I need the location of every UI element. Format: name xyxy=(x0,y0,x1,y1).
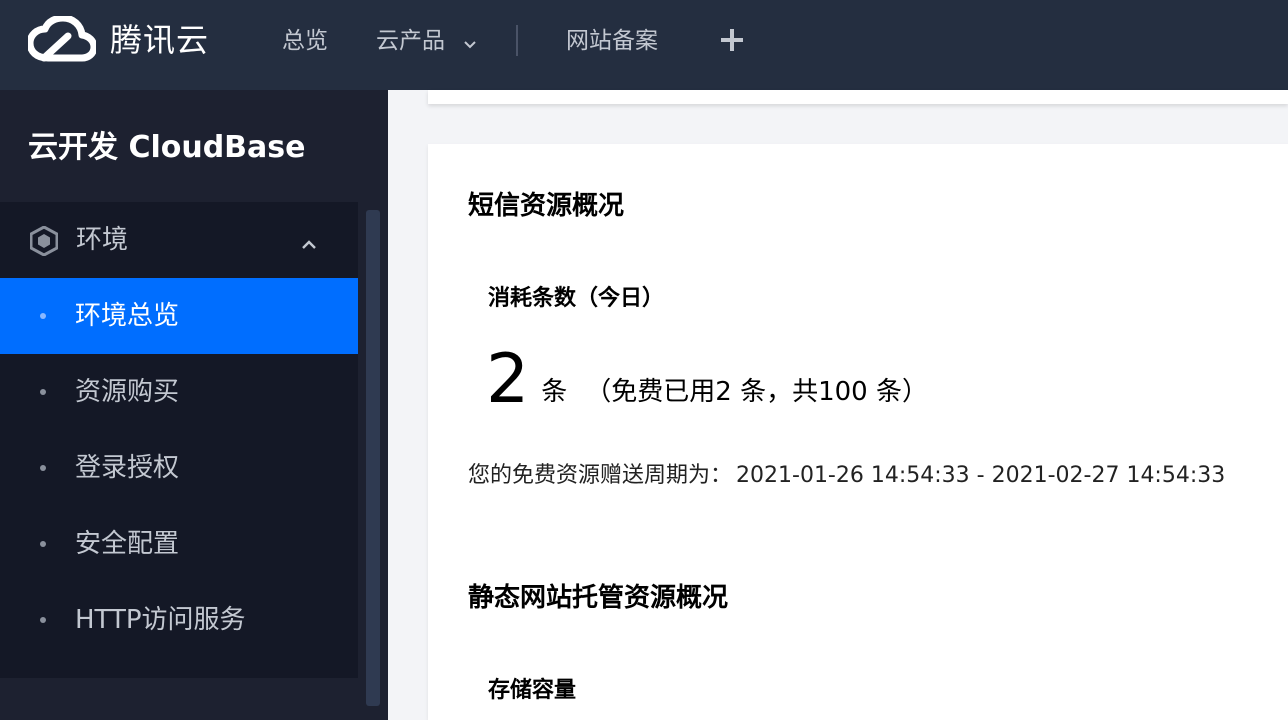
nav-products-label: 云产品 xyxy=(376,28,445,54)
sms-quota-note: （免费已用2 条，共100 条） xyxy=(585,377,928,407)
sidebar-item-login-auth[interactable]: 登录授权 xyxy=(0,430,358,506)
chevron-down-icon xyxy=(464,25,477,59)
plus-icon[interactable] xyxy=(720,28,744,52)
chevron-up-icon[interactable] xyxy=(302,234,316,253)
bullet-dot xyxy=(40,465,46,471)
bullet-dot xyxy=(40,389,46,395)
storage-metric-label: 存储容量 xyxy=(488,678,577,703)
previous-card-bottom xyxy=(428,90,1288,104)
sms-consumed-unit: 条 xyxy=(541,377,568,407)
nav-website-filing[interactable]: 网站备案 xyxy=(566,24,658,58)
sidebar-item-label: 资源购买 xyxy=(75,377,180,407)
tencent-cloud-logo-icon xyxy=(28,16,96,64)
menu-group-label: 环境 xyxy=(76,225,129,255)
bullet-dot xyxy=(40,541,46,547)
free-period-label: 您的免费资源赠送周期为： xyxy=(468,463,733,488)
sidebar-item-http-service[interactable]: HTTP访问服务 xyxy=(0,582,358,658)
sidebar-item-label: 环境总览 xyxy=(75,301,180,331)
nav-overview[interactable]: 总览 xyxy=(282,24,328,58)
sms-consumed-value: 2 xyxy=(486,340,530,419)
sidebar-item-resource-purchase[interactable]: 资源购买 xyxy=(0,354,358,430)
sidebar-item-security-config[interactable]: 安全配置 xyxy=(0,506,358,582)
bullet-dot xyxy=(40,313,46,319)
sms-section-title: 短信资源概况 xyxy=(468,191,625,221)
nav-divider xyxy=(516,25,518,56)
hexagon-icon xyxy=(29,225,59,260)
free-period: 您的免费资源赠送周期为： 2021-01-26 14:54:33 - 2021-0… xyxy=(468,460,1225,492)
sidebar-item-label: 安全配置 xyxy=(75,529,180,559)
sidebar: 云开发 CloudBase 环境 环境总览 资源购买 登录授权 安全配置 HTT… xyxy=(0,90,388,720)
nav-products[interactable]: 云产品 xyxy=(376,24,477,59)
sidebar-item-label: 登录授权 xyxy=(75,453,180,483)
brand-logo[interactable]: 腾讯云 xyxy=(28,16,209,64)
free-period-range: 2021-01-26 14:54:33 - 2021-02-27 14:54:3… xyxy=(736,463,1226,488)
brand-name: 腾讯云 xyxy=(110,21,210,59)
menu-group-environment[interactable]: 环境 xyxy=(0,202,358,278)
top-navigation-bar: 腾讯云 总览 云产品 网站备案 xyxy=(0,0,1288,90)
bullet-dot xyxy=(40,617,46,623)
sidebar-item-label: HTTP访问服务 xyxy=(75,605,246,635)
sidebar-menu: 环境 环境总览 资源购买 登录授权 安全配置 HTTP访问服务 xyxy=(0,202,358,678)
sidebar-item-environment-overview[interactable]: 环境总览 xyxy=(0,278,358,354)
sidebar-title: 云开发 CloudBase xyxy=(28,130,306,165)
sms-metric-row: 2 条 （免费已用2 条，共100 条） xyxy=(486,340,928,420)
resource-overview-card: 短信资源概况 消耗条数（今日） 2 条 （免费已用2 条，共100 条） 您的免费资… xyxy=(428,144,1288,720)
sms-metric-label: 消耗条数（今日） xyxy=(488,286,665,311)
hosting-section-title: 静态网站托管资源概况 xyxy=(468,583,729,613)
sidebar-scrollbar[interactable] xyxy=(366,210,380,706)
